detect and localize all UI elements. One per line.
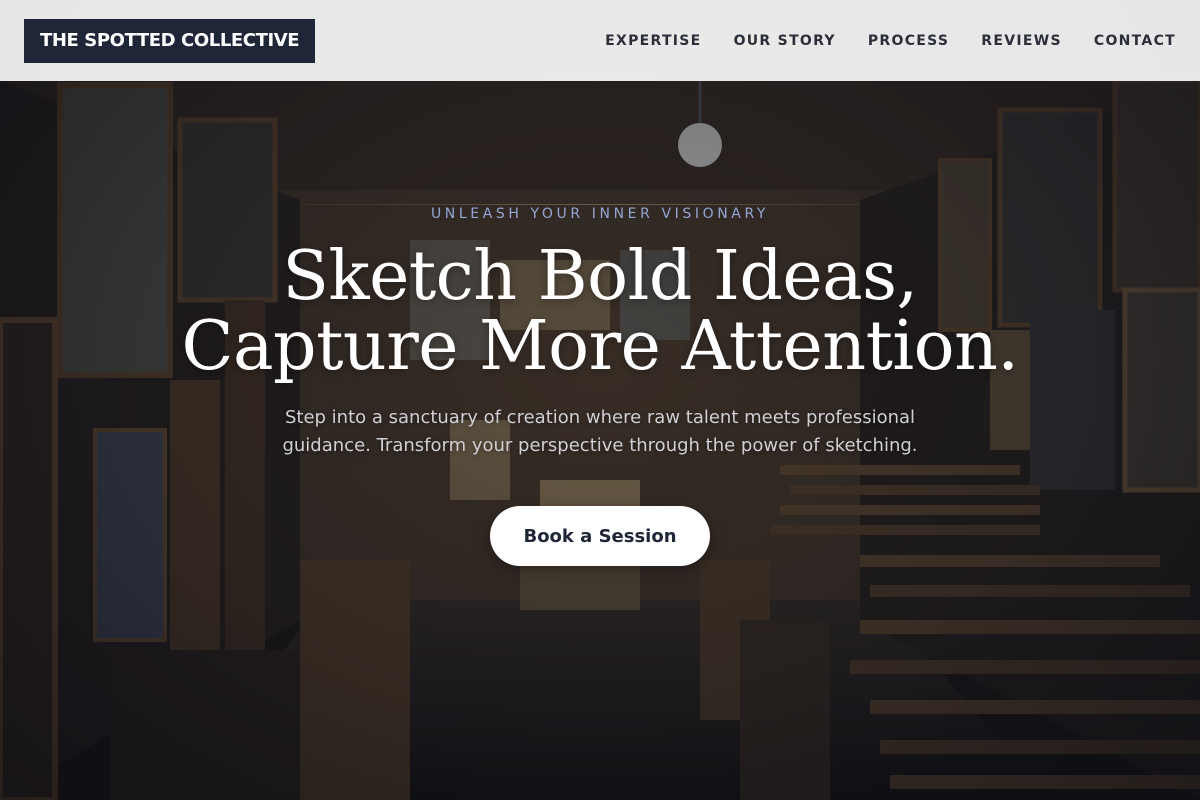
nav-link-expertise[interactable]: EXPERTISE [605, 33, 701, 49]
nav-link-reviews[interactable]: REVIEWS [981, 33, 1062, 49]
hero-headline-line-2: Capture More Attention. [181, 307, 1019, 386]
hero-subtext: Step into a sanctuary of creation where … [282, 407, 918, 456]
hero-headline-line-1: Sketch Bold Ideas, [282, 237, 918, 316]
hero-content: UNLEASH YOUR INNER VISIONARY Sketch Bold… [0, 190, 1200, 566]
brand-logo[interactable]: THE SPOTTED COLLECTIVE [24, 18, 316, 63]
nav-link-our-story[interactable]: OUR STORY [734, 33, 836, 49]
hero-eyebrow: UNLEASH YOUR INNER VISIONARY [430, 206, 770, 222]
hero-headline: Sketch Bold Ideas, Capture More Attentio… [0, 242, 1200, 382]
nav-links: EXPERTISE OUR STORY PROCESS REVIEWS CONT… [605, 33, 1176, 49]
nav-link-contact[interactable]: CONTACT [1094, 33, 1176, 49]
top-navbar: THE SPOTTED COLLECTIVE EXPERTISE OUR STO… [0, 0, 1200, 81]
nav-link-process[interactable]: PROCESS [868, 33, 949, 49]
book-session-button[interactable]: Book a Session [490, 506, 710, 566]
